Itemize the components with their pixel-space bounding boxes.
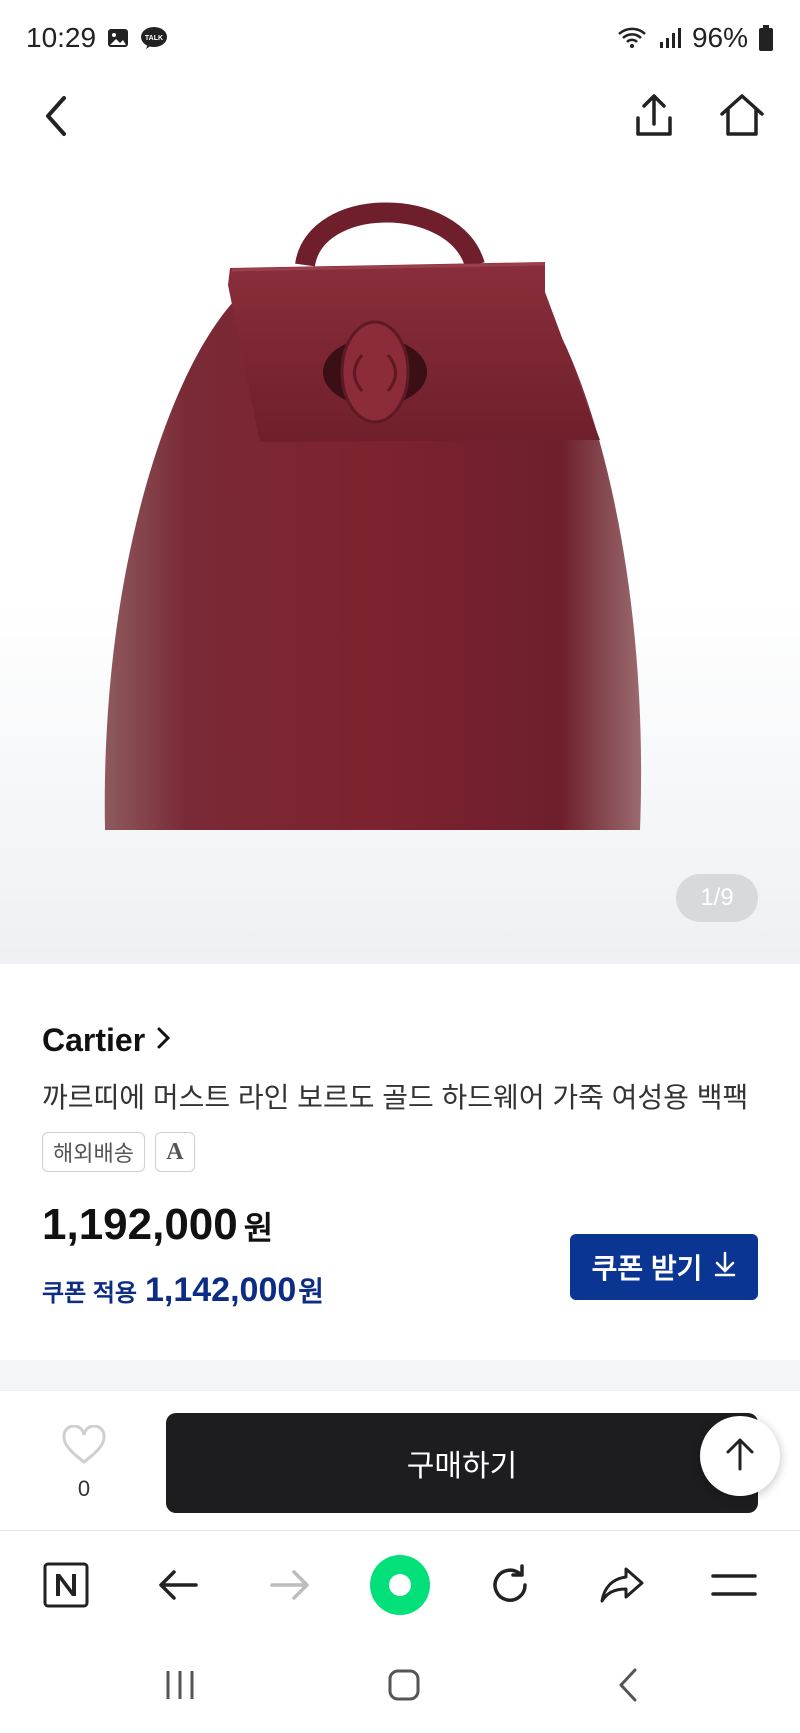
price: 1,192,000 원 xyxy=(42,1200,273,1250)
brand-link[interactable]: Cartier xyxy=(42,1022,173,1059)
coupon-price: 쿠폰 적용 1,142,000 원 xyxy=(42,1270,324,1310)
backpack-illustration xyxy=(104,202,642,830)
system-navigation-bar xyxy=(0,1635,800,1733)
chevron-right-icon xyxy=(153,1022,173,1059)
buy-button[interactable]: 구매하기 xyxy=(166,1413,758,1513)
price-currency: 원 xyxy=(243,1210,274,1246)
browser-toolbar xyxy=(0,1530,800,1635)
forward-arrow-icon[interactable] xyxy=(258,1553,322,1617)
wifi-icon xyxy=(616,25,648,51)
talk-badge-text: TALK xyxy=(145,35,163,42)
battery-icon xyxy=(758,24,774,52)
image-counter: 1/9 xyxy=(676,874,758,922)
status-bar: 10:29 TALK 96% xyxy=(0,0,800,76)
buy-bar: 0 구매하기 xyxy=(0,1390,800,1530)
download-arrow-icon xyxy=(714,1251,736,1284)
product-image[interactable] xyxy=(0,150,800,964)
recents-icon[interactable] xyxy=(152,1665,208,1705)
tag-overseas-shipping: 해외배송 xyxy=(42,1132,145,1172)
back-chevron-icon[interactable] xyxy=(26,86,86,146)
signal-icon xyxy=(658,26,682,50)
refresh-icon[interactable] xyxy=(478,1553,542,1617)
coupon-price-value: 1,142,000 xyxy=(145,1271,297,1309)
get-coupon-label: 쿠폰 받기 xyxy=(591,1253,703,1284)
heart-icon xyxy=(61,1424,107,1469)
arrow-up-icon xyxy=(723,1436,757,1477)
product-tags: 해외배송 A xyxy=(42,1132,195,1172)
get-coupon-button[interactable]: 쿠폰 받기 xyxy=(570,1234,758,1300)
coupon-label: 쿠폰 적용 xyxy=(42,1280,137,1307)
home-square-icon[interactable] xyxy=(376,1665,432,1705)
wishlist-button[interactable]: 0 xyxy=(56,1424,112,1502)
battery-text: 96% xyxy=(691,22,748,53)
coupon-price-currency: 원 xyxy=(298,1276,325,1307)
naver-n-icon[interactable] xyxy=(34,1553,98,1617)
brand-name: Cartier xyxy=(42,1022,146,1058)
gallery-icon xyxy=(106,26,130,50)
product-title: 까르띠에 머스트 라인 보르도 골드 하드웨어 가죽 여성용 백팩 xyxy=(42,1082,749,1113)
buy-button-label: 구매하기 xyxy=(406,1450,518,1483)
wish-count: 0 xyxy=(77,1476,91,1501)
product-info: Cartier 까르띠에 머스트 라인 보르도 골드 하드웨어 가죽 여성용 백… xyxy=(0,964,800,1360)
price-value: 1,192,000 xyxy=(42,1200,238,1249)
tag-grade: A xyxy=(154,1132,195,1172)
kakaotalk-icon: TALK xyxy=(140,26,168,50)
scroll-to-top-button[interactable] xyxy=(700,1416,780,1496)
share-icon[interactable] xyxy=(624,86,684,146)
home-icon[interactable] xyxy=(712,86,772,146)
back-arrow-icon[interactable] xyxy=(146,1553,210,1617)
status-time: 10:29 xyxy=(26,22,97,53)
menu-icon[interactable] xyxy=(702,1553,766,1617)
system-back-icon[interactable] xyxy=(600,1665,656,1705)
green-dot-icon[interactable] xyxy=(368,1553,432,1617)
share-arrow-icon[interactable] xyxy=(590,1553,654,1617)
section-divider xyxy=(0,1360,800,1390)
